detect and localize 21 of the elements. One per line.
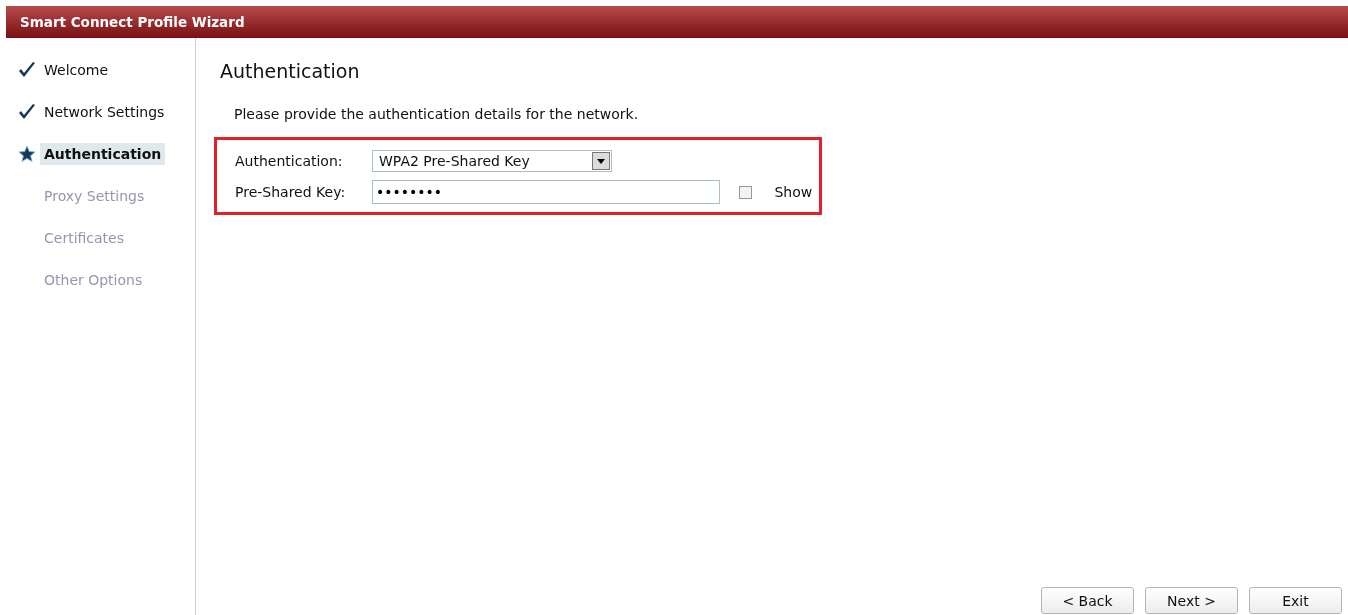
wizard-step: Network Settings [40, 101, 169, 123]
field-label: Pre-Shared Key: [235, 184, 347, 200]
wizard-step: Certificates [40, 227, 128, 249]
checkmark-icon [18, 103, 36, 121]
wizard-step: Other Options [40, 269, 147, 291]
wizard-button[interactable]: Next > [1145, 587, 1238, 614]
wizard-button[interactable]: < Back [1041, 587, 1134, 614]
star-icon [18, 145, 36, 163]
wizard-step: Authentication [40, 143, 166, 165]
page-heading: Authentication [220, 60, 361, 82]
show-checkbox[interactable] [738, 185, 752, 199]
field-label: Authentication: [235, 153, 344, 169]
wizard-step: Welcome [40, 59, 113, 81]
wizard-step: Proxy Settings [40, 185, 149, 207]
checkmark-icon [18, 61, 36, 79]
authentication-dropdown[interactable]: WPA2 Pre-Shared Key [372, 150, 612, 172]
wizard-button[interactable]: Exit [1249, 587, 1342, 614]
description: Please provide the authentication details for the network. [234, 106, 640, 122]
key-field[interactable]: •••••••• [372, 180, 720, 204]
checkbox-label: Show [774, 184, 814, 200]
window-title: Smart Connect Profile Wizard [20, 14, 245, 30]
